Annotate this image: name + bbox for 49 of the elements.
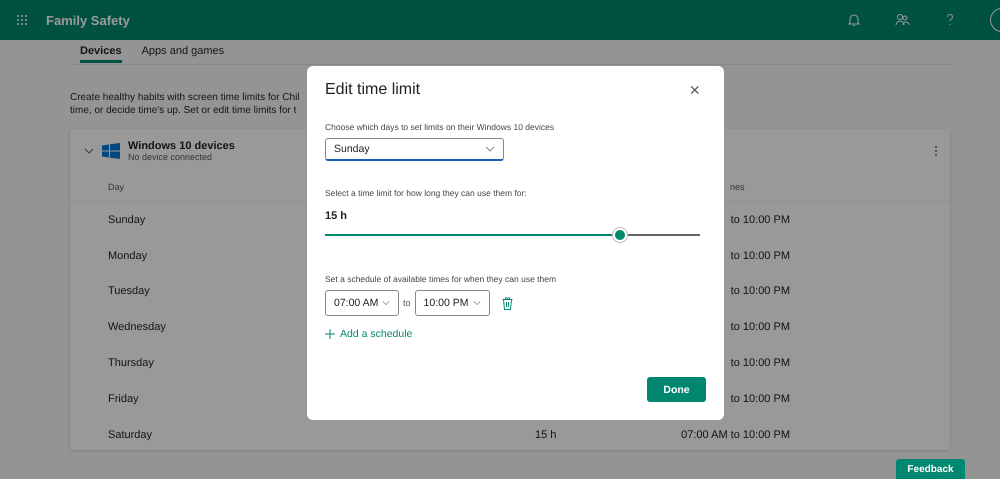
trash-icon[interactable] [502, 296, 513, 310]
table-cell: to 10:00 PM [730, 214, 790, 226]
tab[interactable]: Devices [80, 40, 122, 63]
table-cell: Tuesday [108, 285, 150, 298]
chevron-icon[interactable] [84, 148, 94, 154]
field-label: Choose which days to set limits on their Windows 10 devices [325, 122, 556, 132]
start-time-dropdown[interactable]: 07:00 AM [325, 290, 399, 316]
caret-icon [382, 300, 390, 306]
feedback-button[interactable]: Feedback [896, 459, 965, 479]
slider-thumb[interactable] [613, 228, 628, 242]
table-cell: Friday [108, 392, 139, 405]
tab[interactable]: Apps and games [142, 40, 224, 63]
app-launcher-icon[interactable] [16, 14, 28, 26]
table-cell: to 10:00 PM [730, 285, 790, 298]
end-time-dropdown[interactable]: 10:00 PM [414, 290, 490, 316]
field-label: Select a time limit for how long they can use them for: [325, 188, 528, 198]
done-button[interactable]: Done [647, 377, 706, 402]
slider[interactable] [325, 228, 700, 242]
table-cell: Monday [108, 250, 148, 262]
intro-text: Create healthy habits with screen time limits for Chil time, or decide time's up. Set or edit time limits for t [70, 91, 301, 117]
limit-value: 15 h [325, 210, 348, 222]
table-cell: Wednesday [108, 321, 166, 334]
table-cell: Saturday [108, 428, 152, 441]
column-header: Day [108, 182, 124, 192]
device-group-title: Windows 10 devices [128, 140, 235, 152]
caret-icon [485, 146, 495, 152]
more-icon[interactable] [934, 145, 938, 157]
field-label: Set a schedule of available times for when they can use them [325, 274, 558, 284]
column-header: nes [730, 182, 745, 192]
bell-icon[interactable] [846, 12, 862, 28]
table-cell: 15 h [535, 428, 556, 441]
windows-logo-icon [102, 143, 120, 159]
table-cell: to 10:00 PM [730, 392, 790, 405]
caret-icon [472, 300, 481, 306]
app-title: Family Safety [46, 12, 130, 28]
close-button[interactable]: × [689, 81, 700, 99]
dialog-title: Edit time limit [325, 81, 420, 99]
range-separator: to [403, 298, 411, 308]
add-schedule-link[interactable]: Add a schedule [325, 328, 412, 340]
table-cell: to 10:00 PM [730, 357, 790, 370]
table-cell: Thursday [108, 357, 154, 370]
table-cell: to 10:00 PM [730, 321, 790, 334]
table-cell: to 10:00 PM [730, 250, 790, 262]
device-status: No device connected [128, 152, 214, 162]
plus-icon [325, 329, 335, 339]
table-cell: 07:00 AM to 10:00 PM [681, 428, 790, 441]
day-dropdown[interactable]: Sunday [325, 138, 504, 161]
people-icon[interactable] [894, 12, 910, 28]
table-cell: Sunday [108, 214, 146, 226]
